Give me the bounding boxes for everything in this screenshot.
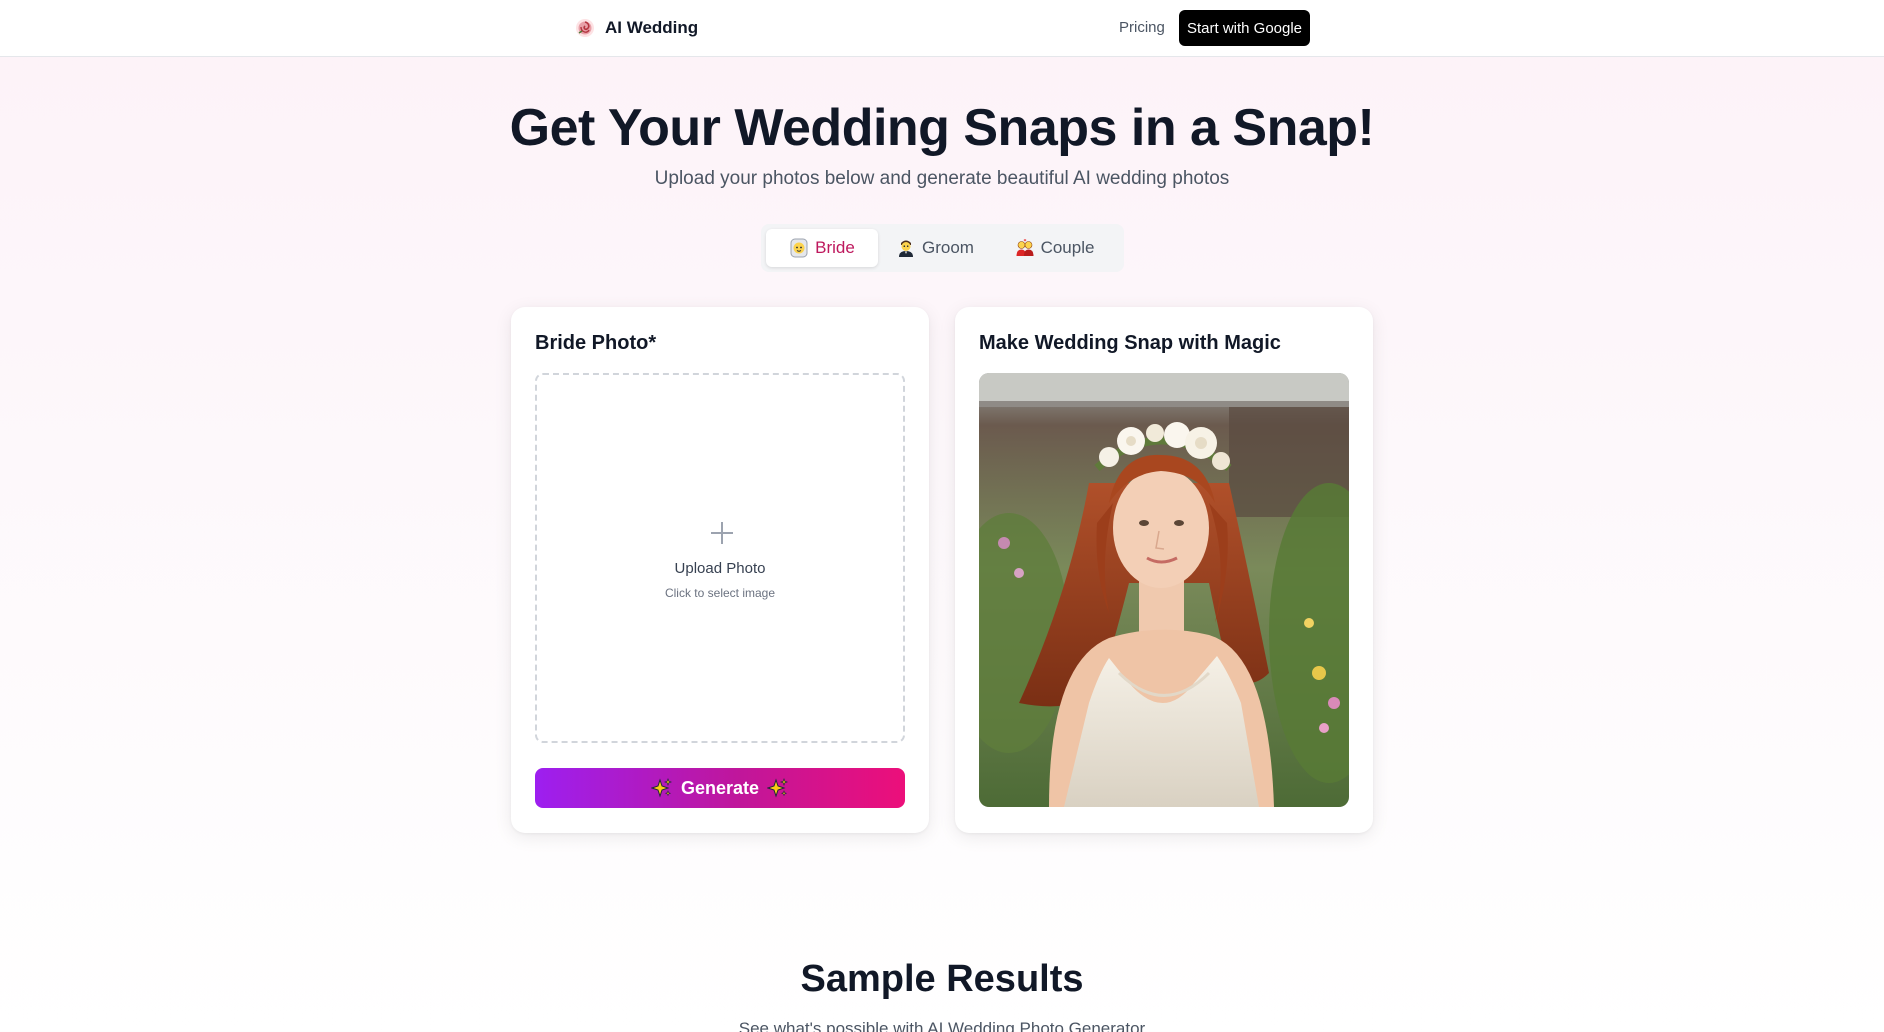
- preview-card: Make Wedding Snap with Magic: [955, 307, 1373, 833]
- rose-logo-icon: [576, 19, 594, 37]
- mode-tabs: Bride Groom Couple: [761, 224, 1124, 272]
- sample-results-subtitle: See what's possible with AI Wedding Phot…: [738, 1019, 1146, 1032]
- sample-results-title: Sample Results: [800, 958, 1084, 1000]
- bride-emoji-icon: [790, 238, 808, 258]
- upload-hint: Click to select image: [664, 586, 776, 600]
- sparkles-icon: [767, 777, 789, 798]
- groom-emoji-icon: [899, 240, 914, 257]
- brand-name: AI Wedding: [605, 18, 699, 37]
- generate-label: Generate: [680, 777, 760, 798]
- start-with-google-button[interactable]: Start with Google: [1179, 10, 1310, 46]
- tab-label: Couple: [1040, 238, 1095, 257]
- photo-dropzone[interactable]: Upload Photo Click to select image: [535, 373, 905, 743]
- tab-groom[interactable]: Groom: [880, 229, 990, 267]
- bride-sample-photo: [979, 373, 1349, 807]
- page-subtitle: Upload your photos below and generate be…: [654, 168, 1230, 189]
- nav-pricing-link[interactable]: Pricing: [1119, 19, 1165, 36]
- couple-emoji-icon: [1016, 239, 1034, 256]
- brand[interactable]: AI Wedding: [575, 16, 698, 40]
- generate-button[interactable]: Generate: [535, 768, 905, 808]
- upload-label: Upload Photo: [674, 560, 766, 577]
- sparkles-icon: [650, 777, 672, 798]
- top-navbar: AI Wedding Pricing Start with Google: [0, 0, 1884, 57]
- tab-label: Groom: [922, 238, 974, 257]
- tab-label: Bride: [815, 238, 855, 257]
- tab-couple[interactable]: Couple: [992, 229, 1117, 267]
- plus-icon: [711, 522, 733, 544]
- tab-bride[interactable]: Bride: [766, 229, 878, 267]
- page-title: Get Your Wedding Snaps in a Snap!: [509, 99, 1375, 157]
- upload-card-title: Bride Photo*: [535, 332, 657, 354]
- upload-card: Bride Photo* Upload Photo Click to selec…: [511, 307, 929, 833]
- preview-card-title: Make Wedding Snap with Magic: [979, 332, 1281, 354]
